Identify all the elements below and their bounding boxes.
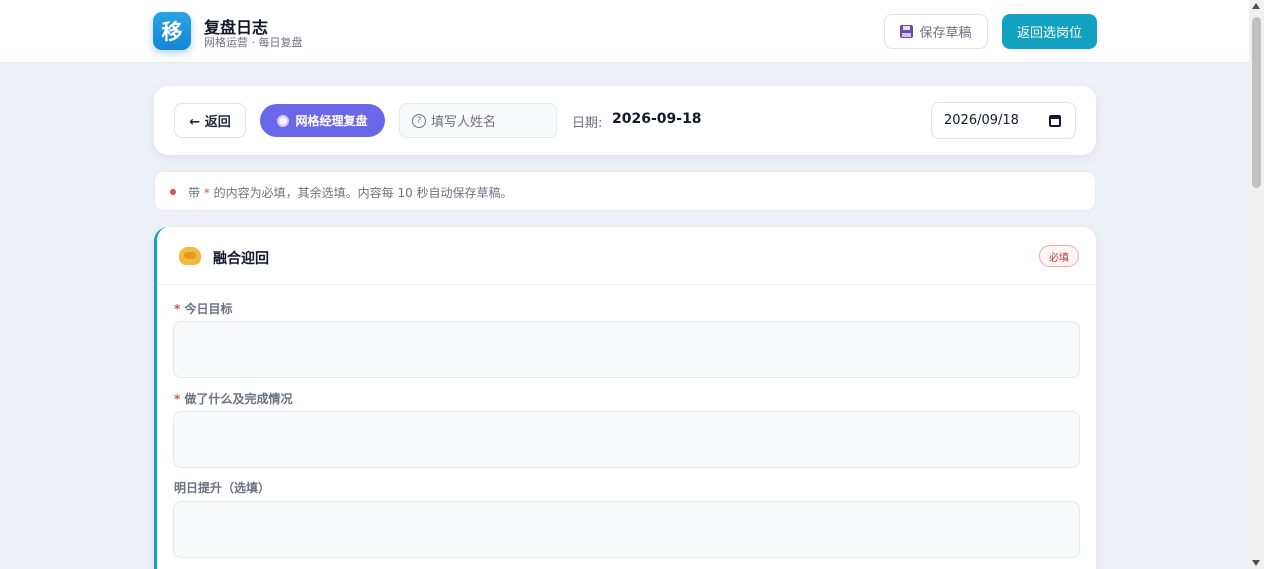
save-draft-button[interactable]: 保存草稿 (884, 14, 988, 49)
info-icon: ? (412, 113, 426, 128)
date-picker-input[interactable]: 2026/09/18 (931, 102, 1076, 139)
required-badge: 必填 (1039, 245, 1079, 267)
field-label-improve: 明日提升（选填） (174, 479, 270, 496)
field-label-text: 今日目标 (184, 302, 233, 316)
role-label: 网格经理复盘 (295, 114, 368, 128)
date-label: 日期: (572, 116, 603, 131)
name-input[interactable]: ? 填写人姓名 (399, 103, 557, 138)
app-logo: 移 (153, 12, 191, 50)
toolbar-card: ← 返回 网格经理复盘 ? 填写人姓名 日期: 2026-09-18 2026/… (154, 86, 1096, 155)
page-scrollbar[interactable] (1249, 0, 1264, 569)
date-input-value: 2026/09/18 (944, 113, 1019, 128)
notice-suffix: 的内容为必填，其余选填。内容每 10 秒自动保存草稿。 (209, 186, 513, 200)
app-subtitle: 网格运营 · 每日复盘 (204, 36, 303, 49)
improve-textarea[interactable] (173, 501, 1080, 558)
section-header: 融合迎回 必填 (157, 227, 1096, 285)
floppy-disk-icon (900, 25, 914, 38)
date-value: 2026-09-18 (612, 111, 702, 127)
name-placeholder: 填写人姓名 (431, 115, 497, 130)
return-button[interactable]: ← 返回 (174, 103, 246, 138)
field-label-done: * 做了什么及完成情况 (174, 390, 292, 407)
save-draft-label: 保存草稿 (919, 26, 972, 41)
logo-char: 移 (161, 20, 183, 44)
required-star: * (174, 302, 181, 316)
section-title: 融合迎回 (213, 251, 269, 267)
back-to-post-button[interactable]: 返回选岗位 (1002, 14, 1097, 49)
section-card: 融合迎回 必填 * 今日目标 * 做了什么及完成情况 明日提升（选填） (154, 227, 1096, 569)
field-label-text: 做了什么及完成情况 (184, 392, 293, 406)
scroll-up-arrow-icon[interactable] (1252, 3, 1260, 9)
role-chip[interactable]: 网格经理复盘 (260, 104, 385, 137)
field-label-goal: * 今日目标 (174, 300, 232, 317)
notice-dot-icon (170, 189, 176, 195)
notice-prefix: 带 (188, 186, 204, 200)
scroll-down-arrow-icon[interactable] (1252, 560, 1260, 566)
notice-text: 带 * 的内容为必填，其余选填。内容每 10 秒自动保存草稿。 (188, 184, 513, 201)
handshake-icon (179, 247, 201, 265)
calendar-icon[interactable] (1049, 115, 1061, 127)
goal-textarea[interactable] (173, 321, 1080, 378)
notice-bar: 带 * 的内容为必填，其余选填。内容每 10 秒自动保存草稿。 (154, 171, 1096, 211)
compass-icon (277, 114, 290, 127)
required-star: * (174, 392, 181, 406)
scrollbar-thumb[interactable] (1252, 17, 1261, 188)
top-bar: 移 复盘日志 网格运营 · 每日复盘 保存草稿 返回选岗位 (0, 0, 1249, 63)
field-label-text: 明日提升（选填） (174, 481, 271, 495)
done-textarea[interactable] (173, 411, 1080, 468)
